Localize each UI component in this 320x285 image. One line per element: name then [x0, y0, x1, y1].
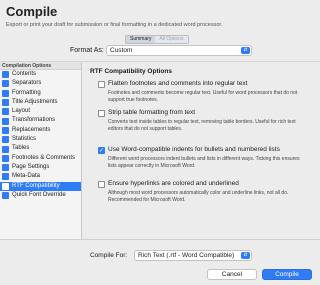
- option-label: Flatten footnotes and comments into regu…: [108, 80, 248, 87]
- summary-tab[interactable]: Summary: [126, 36, 156, 43]
- compile-for-value: Rich Text (.rtf - Word Compatible): [138, 252, 235, 259]
- option-label: Ensure hyperlinks are colored and underl…: [108, 180, 239, 187]
- dialog-subtitle: Export or print your draft for submissio…: [6, 22, 223, 28]
- dialog-header: Compile Export or print your draft for s…: [0, 0, 320, 40]
- dialog-footer: Compile For: Rich Text (.rtf - Word Comp…: [0, 239, 320, 285]
- option-description: Footnotes and comments become regular te…: [108, 90, 298, 103]
- rtf-icon: [2, 182, 9, 190]
- cancel-button[interactable]: Cancel: [207, 269, 257, 280]
- option-description: Different word processors indent bullets…: [108, 156, 300, 169]
- sidebar-item[interactable]: Footnotes & Comments: [0, 154, 81, 163]
- all-options-tab[interactable]: All Options: [155, 36, 188, 43]
- format-select-value: Custom: [110, 47, 133, 54]
- font-override-icon: [2, 192, 9, 199]
- sidebar-item-label: Meta-Data: [12, 173, 41, 180]
- statistics-icon: [2, 136, 9, 144]
- sidebar-item[interactable]: Separators: [0, 79, 81, 88]
- sidebar-item[interactable]: Formatting: [0, 89, 81, 98]
- checkbox[interactable]: [98, 110, 105, 117]
- mode-segmented-control[interactable]: Summary All Options: [125, 35, 189, 44]
- sidebar-item-label: Footnotes & Comments: [12, 154, 76, 161]
- format-label: Format As:: [70, 47, 104, 54]
- format-row: Format As: Custom ⇵: [0, 45, 320, 59]
- dialog-title: Compile: [6, 4, 58, 19]
- separators-icon: [2, 80, 9, 88]
- tables-icon: [2, 145, 9, 153]
- sidebar-item-label: Quick Font Override: [12, 191, 66, 198]
- compilation-options-sidebar: Compilation Options Contents Separators Fo…: [0, 62, 82, 239]
- sidebar-item[interactable]: Meta-Data: [0, 172, 81, 181]
- chevron-updown-icon: ⇵: [241, 252, 250, 259]
- metadata-icon: [2, 173, 9, 181]
- sidebar-item[interactable]: Tables: [0, 144, 81, 153]
- sidebar-item[interactable]: Replacements: [0, 126, 81, 135]
- sidebar-item[interactable]: RTF Compatibility: [0, 181, 81, 191]
- sidebar-item-label: Tables: [12, 145, 30, 152]
- sidebar-item[interactable]: Title Adjustments: [0, 98, 81, 107]
- formatting-icon: [2, 89, 9, 97]
- sidebar-item[interactable]: Statistics: [0, 135, 81, 144]
- sidebar-item[interactable]: Quick Font Override: [0, 191, 81, 200]
- sidebar-header: Compilation Options: [0, 62, 81, 70]
- checkbox[interactable]: [98, 181, 105, 188]
- sidebar-item[interactable]: Page Settings: [0, 163, 81, 172]
- sidebar-item-label: Formatting: [12, 89, 41, 96]
- sidebar-item-label: RTF Compatibility: [12, 182, 60, 189]
- format-select[interactable]: Custom ⇵: [106, 45, 252, 56]
- footnotes-icon: [2, 154, 9, 162]
- replacements-icon: [2, 126, 9, 134]
- sidebar-item-label: Transformations: [12, 117, 56, 124]
- sidebar-item-label: Contents: [12, 71, 37, 77]
- sidebar-item-label: Page Settings: [12, 163, 50, 170]
- checkbox[interactable]: [98, 81, 105, 88]
- sidebar-item-label: Layout: [12, 108, 31, 115]
- sidebar-item[interactable]: Contents: [0, 70, 81, 79]
- layout-icon: [2, 108, 9, 116]
- option-description: Converts text inside tables to regular t…: [108, 119, 296, 132]
- sidebar-item[interactable]: Layout: [0, 107, 81, 116]
- option-description: Although most word processors automatica…: [108, 190, 289, 203]
- compile-button[interactable]: Compile: [262, 269, 312, 280]
- sidebar-item[interactable]: Transformations: [0, 116, 81, 125]
- options-panel: RTF Compatibility Options Flatten footno…: [83, 62, 320, 239]
- sidebar-item-label: Statistics: [12, 136, 37, 143]
- compile-for-label: Compile For:: [90, 252, 128, 259]
- option-label: Use Word-compatible indents for bullets …: [108, 146, 280, 153]
- contents-icon: [2, 71, 9, 79]
- page-settings-icon: [2, 164, 9, 172]
- sidebar-item-label: Separators: [12, 80, 42, 87]
- title-adjustments-icon: [2, 99, 9, 107]
- option-label: Strip table formatting from text: [108, 109, 196, 116]
- transformations-icon: [2, 117, 9, 125]
- compile-for-select[interactable]: Rich Text (.rtf - Word Compatible) ⇵: [134, 250, 252, 261]
- sidebar-item-label: Title Adjustments: [12, 98, 58, 105]
- sidebar-item-label: Replacements: [12, 126, 51, 133]
- options-title: RTF Compatibility Options: [90, 68, 172, 75]
- checkbox-checked[interactable]: ✓: [98, 147, 105, 154]
- chevron-updown-icon: ⇵: [241, 47, 250, 54]
